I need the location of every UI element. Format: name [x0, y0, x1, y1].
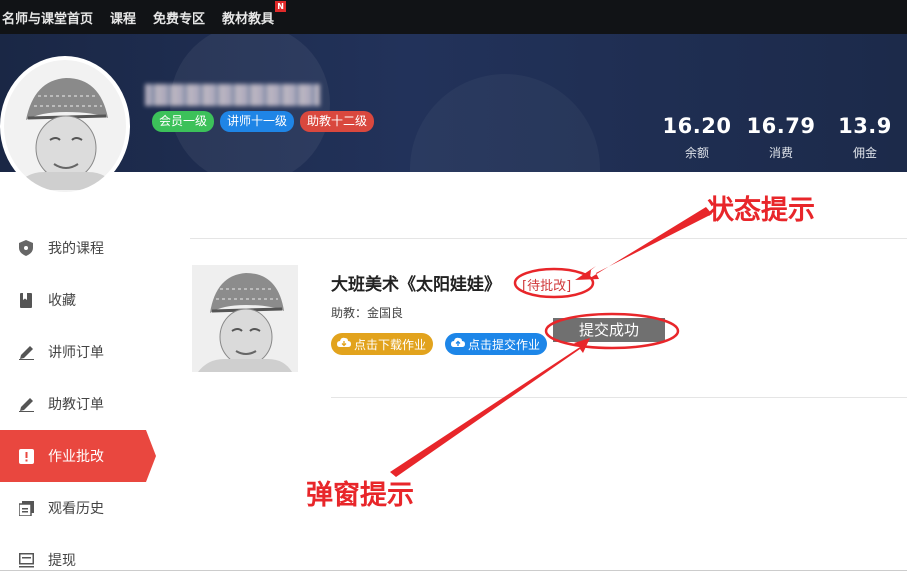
nav-free[interactable]: 免费专区: [153, 8, 205, 27]
stat-commission[interactable]: 13.9 佣金: [823, 114, 907, 161]
lecturer-level-badge: 讲师十一级: [220, 111, 294, 132]
withdraw-icon: [18, 552, 34, 568]
pencil-icon: [18, 344, 34, 360]
history-icon: [18, 500, 34, 516]
popup-hint-annotation: 弹窗提示: [306, 473, 414, 512]
avatar[interactable]: [0, 56, 130, 196]
sidebar-item-label: 收藏: [48, 290, 76, 310]
stat-value: 16.20: [655, 114, 739, 138]
sidebar-item-homework-review[interactable]: 作业批改: [0, 430, 146, 482]
account-stats: 16.20 余额 16.79 消费 13.9 佣金: [655, 114, 907, 161]
popup-arrow: [390, 338, 590, 477]
sidebar-item-label: 提现: [48, 550, 76, 570]
course-thumbnail[interactable]: [192, 265, 298, 372]
sidebar-item-my-courses[interactable]: 我的课程: [0, 222, 190, 274]
sidebar: 我的课程 收藏 讲师订单 助教订单 作业批改 观看历史 提现: [0, 222, 190, 586]
sidebar-item-label: 作业批改: [48, 446, 104, 466]
sidebar-item-watch-history[interactable]: 观看历史: [0, 482, 190, 534]
cloud-download-icon: [337, 337, 351, 351]
banner-decoration: [410, 74, 600, 172]
stat-label: 佣金: [823, 144, 907, 161]
bookmark-icon: [18, 292, 34, 308]
stat-balance[interactable]: 16.20 余额: [655, 114, 739, 161]
sidebar-item-label: 助教订单: [48, 394, 104, 414]
level-badges: 会员一级 讲师十一级 助教十二级: [152, 111, 374, 132]
nav-courses[interactable]: 课程: [110, 8, 136, 27]
sidebar-item-label: 讲师订单: [48, 342, 104, 362]
stat-value: 13.9: [823, 114, 907, 138]
sidebar-item-withdraw[interactable]: 提现: [0, 534, 190, 586]
profile-banner: 16.20 余额 16.79 消费 13.9 佣金: [0, 34, 907, 172]
pencil-icon: [18, 396, 34, 412]
download-homework-label: 点击下载作业: [354, 336, 426, 353]
sidebar-item-assistant-orders[interactable]: 助教订单: [0, 378, 190, 430]
content-divider: [190, 238, 907, 239]
new-badge: N: [275, 1, 286, 12]
sidebar-item-label: 我的课程: [48, 238, 104, 258]
submit-homework-button[interactable]: 点击提交作业: [445, 333, 547, 355]
sidebar-item-lecturer-orders[interactable]: 讲师订单: [0, 326, 190, 378]
stat-label: 消费: [739, 144, 823, 161]
member-level-badge: 会员一级: [152, 111, 214, 132]
shield-icon: [18, 240, 34, 256]
sidebar-item-label: 观看历史: [48, 498, 104, 518]
stat-spending[interactable]: 16.79 消费: [739, 114, 823, 161]
nav-teaching-tools[interactable]: 教材教具 N: [222, 8, 274, 27]
course-thumbnail-image: [192, 265, 298, 372]
submit-homework-label: 点击提交作业: [468, 336, 540, 353]
status-arrow: [575, 207, 712, 280]
avatar-sketch-image: [4, 60, 126, 192]
submit-success-toast: 提交成功: [553, 318, 665, 342]
content-divider: [331, 397, 907, 398]
nav-home[interactable]: 名师与课堂首页: [2, 8, 93, 27]
alert-icon: [18, 448, 34, 464]
stat-value: 16.79: [739, 114, 823, 138]
top-nav: 名师与课堂首页 课程 免费专区 教材教具 N: [0, 0, 907, 34]
download-homework-button[interactable]: 点击下载作业: [331, 333, 433, 355]
username-redacted: [145, 84, 320, 106]
nav-teaching-tools-label: 教材教具: [222, 12, 274, 27]
sidebar-item-favorites[interactable]: 收藏: [0, 274, 190, 326]
assistant-level-badge: 助教十二级: [300, 111, 374, 132]
review-status-label: [待批改]: [522, 275, 571, 294]
stat-label: 余额: [655, 144, 739, 161]
page-bottom-border: [0, 570, 907, 571]
status-hint-annotation: 状态提示: [707, 188, 815, 227]
cloud-upload-icon: [451, 337, 465, 351]
assistant-name: 助教：金国良: [331, 304, 403, 321]
course-title[interactable]: 大班美术《太阳娃娃》: [331, 270, 501, 295]
